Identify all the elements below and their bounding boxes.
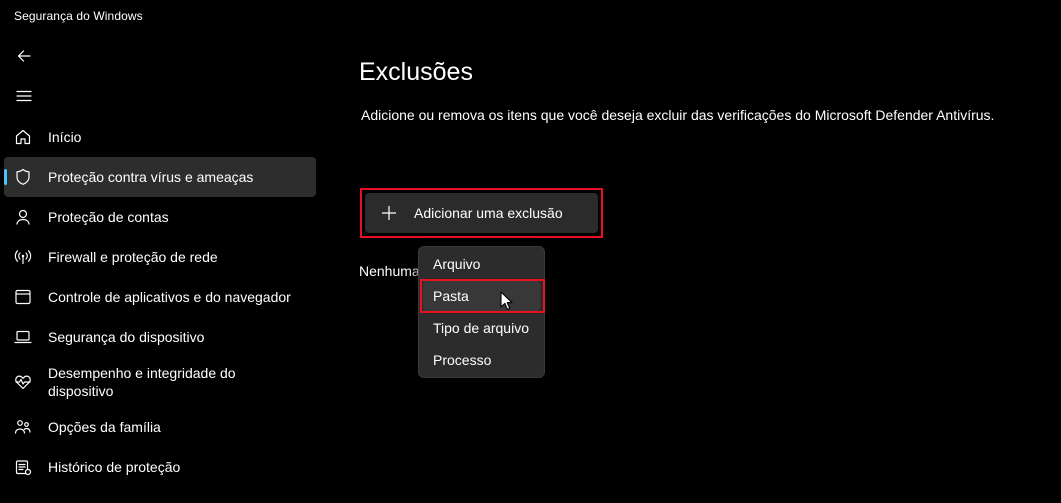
exclusion-type-menu: Arquivo Pasta Tipo de arquivo Processo [418, 246, 545, 378]
menu-toggle-button[interactable] [10, 84, 38, 108]
menu-item-arquivo[interactable]: Arquivo [423, 249, 540, 279]
sidebar-item-firewall[interactable]: Firewall e proteção de rede [4, 237, 316, 277]
sidebar-item-label: Firewall e proteção de rede [48, 249, 218, 265]
sidebar-item-family-options[interactable]: Opções da família [4, 407, 316, 447]
page-description: Adicione ou remova os itens que você des… [361, 107, 995, 123]
sidebar-item-protection-history[interactable]: Histórico de proteção [4, 447, 316, 487]
sidebar-item-inicio[interactable]: Início [4, 117, 316, 157]
laptop-icon [13, 327, 33, 347]
sidebar-item-label: Segurança do dispositivo [48, 329, 205, 345]
page-title: Exclusões [359, 58, 473, 86]
hamburger-menu-icon [16, 88, 32, 104]
sidebar-item-account-protection[interactable]: Proteção de contas [4, 197, 316, 237]
menu-item-processo[interactable]: Processo [423, 345, 540, 375]
windows-security-app: Segurança do Windows Início Proteção con… [0, 0, 1061, 503]
back-arrow-icon [16, 48, 32, 64]
add-exclusion-highlight: Adicionar uma exclusão [360, 188, 603, 238]
person-icon [13, 207, 33, 227]
menu-item-tipo-de-arquivo[interactable]: Tipo de arquivo [423, 313, 540, 343]
add-exclusion-label: Adicionar uma exclusão [414, 205, 563, 221]
app-window-icon [13, 287, 33, 307]
wifi-antenna-icon [13, 247, 33, 267]
sidebar-item-label: Opções da família [48, 419, 161, 435]
mouse-pointer-icon [500, 291, 514, 316]
sidebar-item-virus-protection[interactable]: Proteção contra vírus e ameaças [4, 157, 316, 197]
back-button[interactable] [10, 44, 38, 68]
selection-indicator [4, 169, 7, 185]
sidebar-item-device-performance[interactable]: Desempenho e integridade do dispositivo [4, 357, 316, 407]
heart-pulse-icon [13, 372, 33, 392]
shield-icon [13, 167, 33, 187]
sidebar-item-label: Proteção contra vírus e ameaças [48, 169, 254, 185]
home-icon [13, 127, 33, 147]
sidebar-item-label: Histórico de proteção [48, 459, 181, 475]
sidebar-item-label: Início [48, 129, 82, 145]
window-title: Segurança do Windows [14, 9, 143, 23]
sidebar-item-label: Desempenho e integridade do dispositivo [48, 365, 236, 399]
add-exclusion-button[interactable]: Adicionar uma exclusão [365, 193, 598, 233]
sidebar-item-label: Controle de aplicativos e do navegador [48, 289, 291, 305]
plus-icon [382, 206, 396, 220]
history-icon [13, 457, 33, 477]
family-icon [13, 417, 33, 437]
sidebar-item-app-browser-control[interactable]: Controle de aplicativos e do navegador [4, 277, 316, 317]
sidebar-item-label: Proteção de contas [48, 209, 169, 225]
sidebar-nav: Início Proteção contra vírus e ameaças P… [4, 117, 316, 487]
sidebar-item-device-security[interactable]: Segurança do dispositivo [4, 317, 316, 357]
menu-item-pasta[interactable]: Pasta [423, 281, 540, 311]
